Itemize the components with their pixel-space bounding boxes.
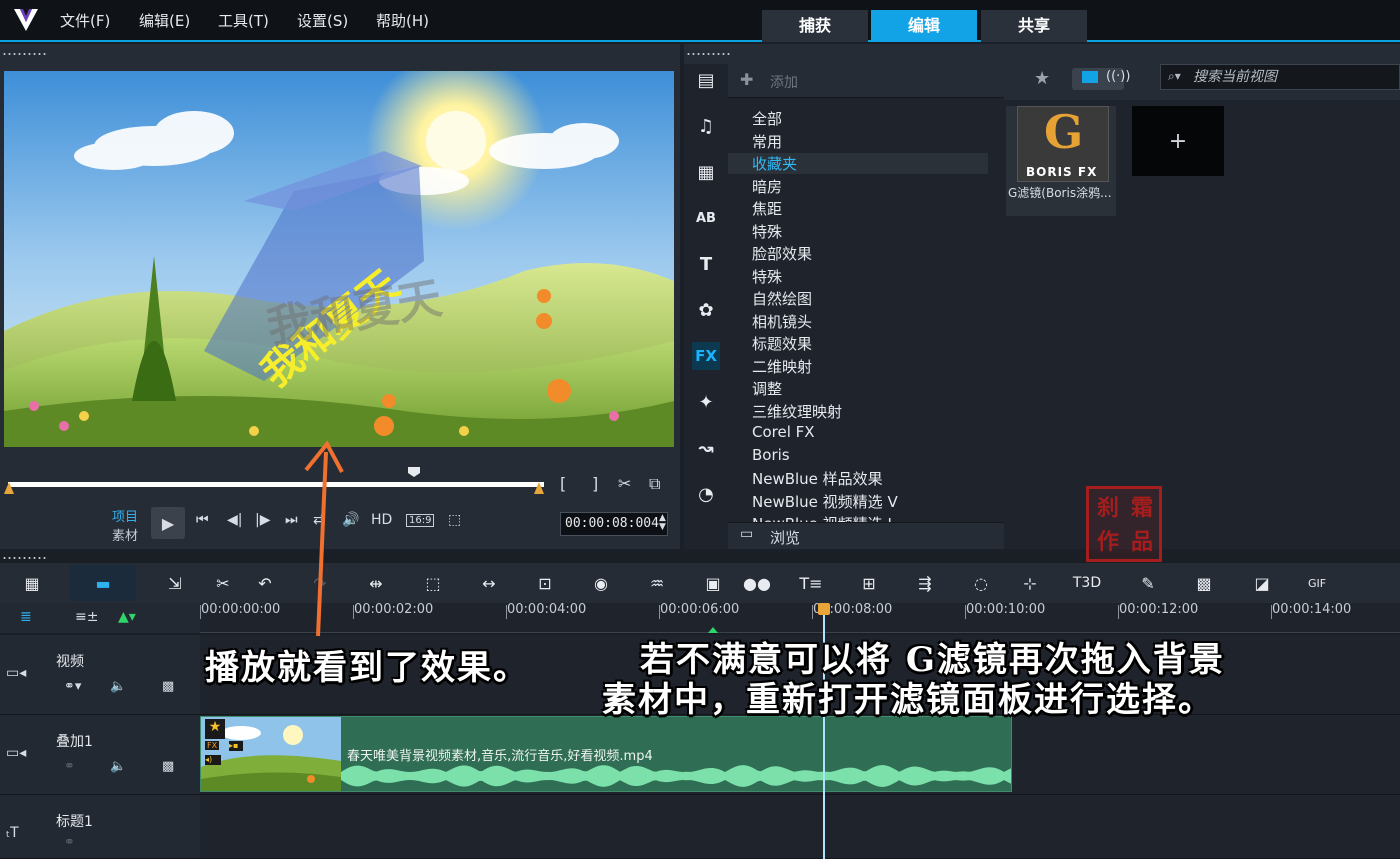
annotation-text-3: 素材中，重新打开滤镜面板进行选择。 [602, 680, 1214, 720]
artist-seal-stamp: 刹 霜 作 品 [1086, 486, 1162, 562]
annotation-text-1: 播放就看到了效果。 [205, 648, 529, 688]
annotation-arrow [304, 440, 344, 637]
